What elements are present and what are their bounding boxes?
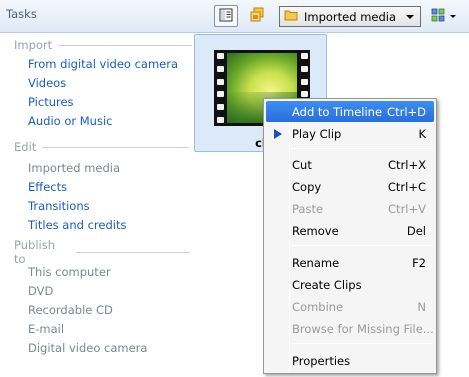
menu-item-label: Rename xyxy=(292,255,340,270)
folder-icon xyxy=(284,9,298,24)
menu-item-cut[interactable]: Cut Ctrl+X xyxy=(266,154,434,175)
task-import-videos[interactable]: Videos xyxy=(28,76,66,90)
menu-item-paste: Paste Ctrl+V xyxy=(266,198,434,219)
menu-item-combine: Combine N xyxy=(266,296,434,317)
menu-item-label: Play Clip xyxy=(292,126,342,141)
menu-item-label: Add to Timeline xyxy=(292,104,383,119)
task-effects[interactable]: Effects xyxy=(28,180,67,194)
menu-item-shortcut: Ctrl+D xyxy=(387,104,426,119)
play-icon xyxy=(274,129,282,139)
menu-item-play-clip[interactable]: Play Clip K xyxy=(266,123,434,144)
menu-item-shortcut: Ctrl+X xyxy=(388,157,426,172)
menu-item-shortcut: Ctrl+V xyxy=(388,201,426,216)
collections-button[interactable] xyxy=(245,5,269,27)
task-titles-and-credits[interactable]: Titles and credits xyxy=(28,218,126,232)
menu-item-copy[interactable]: Copy Ctrl+C xyxy=(266,176,434,197)
collection-dropdown-label: Imported media xyxy=(304,9,397,24)
film-strip-left xyxy=(214,50,226,126)
edit-heading-label: Edit xyxy=(14,140,37,154)
tasks-pane-title: Tasks xyxy=(6,7,37,21)
publish-section-heading: Publish to xyxy=(14,238,190,266)
clip-context-menu: Add to Timeline Ctrl+D Play Clip K Cut C… xyxy=(263,98,437,374)
menu-item-shortcut: Del xyxy=(406,223,426,238)
task-publish-this-computer: This computer xyxy=(28,265,111,279)
menu-item-shortcut: K xyxy=(418,126,426,141)
collection-dropdown[interactable]: Imported media xyxy=(279,6,421,27)
menu-item-properties[interactable]: Properties xyxy=(266,350,434,371)
task-import-audio-or-music[interactable]: Audio or Music xyxy=(28,114,112,128)
task-imported-media: Imported media xyxy=(28,161,121,175)
section-divider xyxy=(42,146,190,148)
task-transitions[interactable]: Transitions xyxy=(28,199,90,213)
task-import-pictures[interactable]: Pictures xyxy=(28,95,74,109)
menu-separator xyxy=(292,148,433,149)
menu-item-label: Copy xyxy=(292,179,322,194)
menu-item-label: Cut xyxy=(292,157,312,172)
task-publish-digital-video-camera: Digital video camera xyxy=(28,341,148,355)
views-icon xyxy=(431,8,445,25)
menu-item-label: Combine xyxy=(292,299,344,314)
menu-item-add-to-timeline[interactable]: Add to Timeline Ctrl+D xyxy=(266,101,434,122)
edit-section-heading: Edit xyxy=(14,140,190,154)
collections-icon xyxy=(249,7,265,26)
tasks-pane-toggle-button[interactable] xyxy=(214,5,238,27)
task-publish-dvd: DVD xyxy=(28,284,54,298)
menu-item-shortcut: Ctrl+C xyxy=(387,179,426,194)
menu-separator xyxy=(292,245,433,246)
menu-item-label: Remove xyxy=(292,223,339,238)
menu-item-shortcut: N xyxy=(417,299,426,314)
task-from-digital-video-camera[interactable]: From digital video camera xyxy=(28,57,178,71)
views-button[interactable] xyxy=(427,6,467,27)
task-publish-email: E-mail xyxy=(28,322,65,336)
import-section-heading: Import xyxy=(14,38,193,52)
menu-item-label: Browse for Missing File... xyxy=(292,321,434,336)
menu-item-label: Paste xyxy=(292,201,324,216)
menu-item-remove[interactable]: Remove Del xyxy=(266,220,434,241)
menu-item-shortcut: F2 xyxy=(412,255,426,270)
section-divider xyxy=(58,44,193,46)
toolbar: Tasks Imported media xyxy=(0,0,469,33)
task-publish-recordable-cd: Recordable CD xyxy=(28,303,113,317)
menu-item-create-clips[interactable]: Create Clips xyxy=(266,274,434,295)
tasks-pane-icon xyxy=(219,8,233,25)
views-dropdown-arrow-icon xyxy=(450,15,456,18)
publish-heading-label: Publish to xyxy=(14,238,55,266)
menu-item-label: Create Clips xyxy=(292,277,362,292)
chevron-down-icon xyxy=(406,14,414,19)
menu-item-browse-for-missing-file: Browse for Missing File... xyxy=(266,318,434,339)
tasks-pane: Import From digital video camera Videos … xyxy=(0,33,193,377)
menu-item-label: Properties xyxy=(292,353,351,368)
menu-item-rename[interactable]: Rename F2 xyxy=(266,252,434,273)
section-divider xyxy=(76,251,190,253)
menu-separator xyxy=(292,343,433,344)
import-heading-label: Import xyxy=(14,38,53,52)
